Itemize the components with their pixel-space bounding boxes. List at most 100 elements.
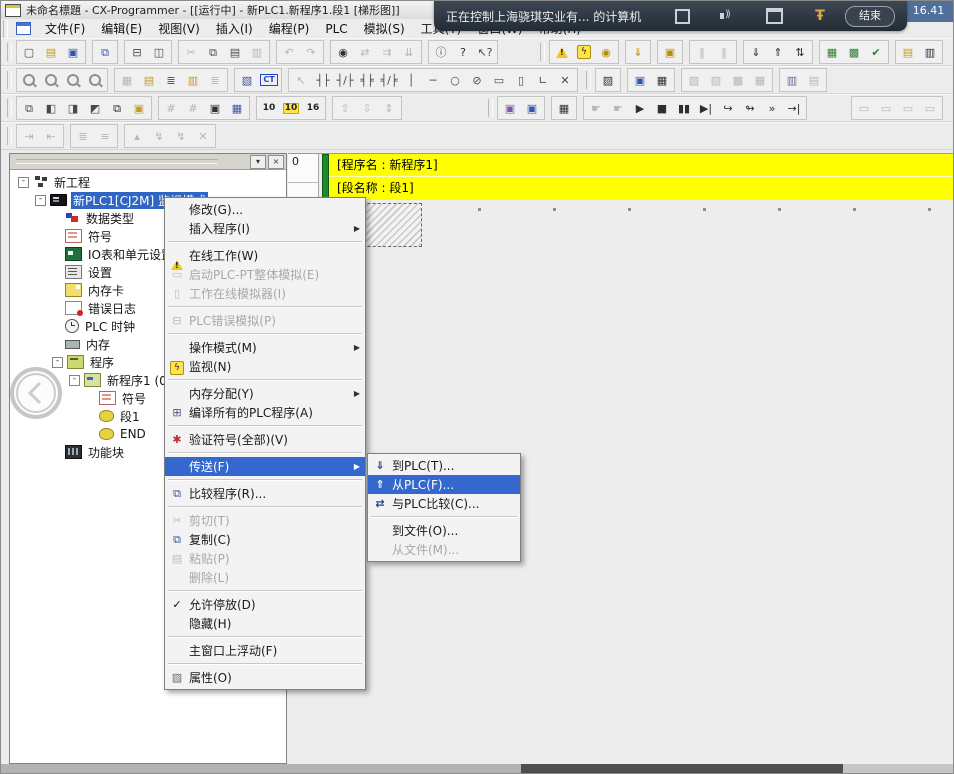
signed-decimal-monitor-button[interactable]: 10	[280, 98, 302, 119]
open-project-button[interactable]: ▤	[40, 42, 62, 63]
context-menu-item-compare-program[interactable]: ⧉比较程序(R)...	[165, 484, 365, 503]
context-menu-item-hide[interactable]: 隐藏(H)	[165, 614, 365, 633]
workspace-toggle-button[interactable]: ▣	[128, 98, 150, 119]
window-tile-4-button[interactable]: ▭	[919, 98, 941, 119]
help-topics-button[interactable]: ?	[452, 42, 474, 63]
new-coil-button[interactable]: ○	[444, 70, 466, 91]
online-edit-confirm-button[interactable]: ▩	[727, 70, 749, 91]
clear-reference-button[interactable]: ✕	[192, 126, 214, 147]
window-tile-2-button[interactable]: ▭	[875, 98, 897, 119]
speaker-icon[interactable]	[719, 8, 737, 24]
transfer-options-button[interactable]: ⇓	[627, 42, 649, 63]
split-left-button[interactable]: ◧	[40, 98, 62, 119]
undo-button[interactable]: ↶	[278, 42, 300, 63]
next-reference-button[interactable]: ↯	[148, 126, 170, 147]
rung-wrap-button[interactable]: ≣	[204, 70, 226, 91]
online-edit-cancel-button[interactable]: ▦	[749, 70, 771, 91]
context-menu-item-insert-program[interactable]: 插入程序(I)▶	[165, 219, 365, 238]
new-vertical-line-button[interactable]: │	[400, 70, 422, 91]
context-menu-item-cut[interactable]: ✂剪切(T)	[165, 511, 365, 530]
context-menu-item-properties[interactable]: ▨属性(O)	[165, 668, 365, 687]
indent-button[interactable]: ⇥	[18, 126, 40, 147]
zoom-in-button[interactable]	[62, 70, 84, 91]
menu-edit[interactable]: 编辑(E)	[93, 19, 150, 38]
context-menu-item-monitor[interactable]: 监视(N)	[165, 357, 365, 376]
new-horizontal-line-button[interactable]: ─	[422, 70, 444, 91]
annotation-list-button[interactable]: ≡	[94, 126, 116, 147]
menubar-grip[interactable]	[3, 20, 8, 38]
toolbar-grip[interactable]	[540, 43, 545, 61]
window-tile-3-button[interactable]: ▭	[897, 98, 919, 119]
tree-expander-icon[interactable]: -	[35, 195, 46, 206]
data-monitor-button[interactable]: ▦	[553, 98, 575, 119]
zoom-out-button[interactable]	[84, 70, 106, 91]
compare-programs-button[interactable]: ⧉	[94, 42, 116, 63]
zoom-100-button[interactable]	[40, 70, 62, 91]
menu-view[interactable]: 视图(V)	[150, 19, 208, 38]
find-button[interactable]: ◉	[332, 42, 354, 63]
prev-output-button[interactable]: ↯	[170, 126, 192, 147]
paste-button[interactable]: ▤	[224, 42, 246, 63]
transfer-submenu-item-to-file[interactable]: 到文件(O)...	[368, 521, 520, 540]
find-next-button[interactable]: ⇉	[376, 42, 398, 63]
context-menu-item-float-on-main-window[interactable]: 主窗口上浮动(F)	[165, 641, 365, 660]
pin-icon[interactable]: Ŧ	[811, 8, 829, 24]
sim-run-button[interactable]: ▶	[629, 98, 651, 119]
menu-simulation[interactable]: 模拟(S)	[356, 19, 413, 38]
edit-function-block-button[interactable]: ▨	[597, 70, 619, 91]
compile-all-button[interactable]: ▩	[843, 42, 865, 63]
float-window-button[interactable]: ⧉	[18, 98, 40, 119]
monitor-mode-button[interactable]: ϟ	[573, 42, 595, 63]
transfer-submenu-item-from-plc[interactable]: ⇑从PLC(F)...	[368, 475, 520, 494]
reset-value-button[interactable]: ⇩	[356, 98, 378, 119]
watch-stack-button[interactable]: ▣	[629, 70, 651, 91]
fullscreen-icon[interactable]	[673, 8, 691, 24]
context-menu-item-verify-symbols-all[interactable]: ✱验证符号(全部)(V)	[165, 430, 365, 449]
sim-pause-button[interactable]: ▮▮	[673, 98, 695, 119]
tree-expander-icon[interactable]: -	[18, 177, 29, 188]
hex-monitor-button[interactable]: 16	[302, 98, 324, 119]
context-menu-item-operating-mode[interactable]: 操作模式(M)▶	[165, 338, 365, 357]
online-edit-send-button[interactable]: ▧	[683, 70, 705, 91]
context-menu-item-transfer[interactable]: 传送(F)▶	[165, 457, 365, 476]
transfer-submenu-item-from-file[interactable]: 从文件(M)...	[368, 540, 520, 559]
prev-reference-button[interactable]: ▴	[126, 126, 148, 147]
new-or-closed-contact-button[interactable]: ╡/╞	[378, 70, 400, 91]
sim-stop-button[interactable]: ■	[651, 98, 673, 119]
backup-to-file-button[interactable]: ▣	[499, 98, 521, 119]
tree-item-project[interactable]: -新工程	[10, 173, 286, 191]
horizontal-scrollbar[interactable]	[1, 764, 953, 774]
context-menu-item-work-online[interactable]: 在线工作(W)	[165, 246, 365, 265]
context-menu-item-paste[interactable]: ▤粘贴(P)	[165, 549, 365, 568]
upload-from-plc-button[interactable]: ⇑	[767, 42, 789, 63]
scrollbar-thumb[interactable]	[521, 764, 843, 774]
calendar-view-button[interactable]: ▦	[651, 70, 673, 91]
program-check-button[interactable]: ✔	[865, 42, 887, 63]
split-top-button[interactable]: ◩	[84, 98, 106, 119]
context-menu-item-compile-all-plc-programs[interactable]: ⊞编译所有的PLC程序(A)	[165, 403, 365, 422]
online-edit-receive-button[interactable]: ▨	[705, 70, 727, 91]
rung-comment-list-button[interactable]: ≣	[72, 126, 94, 147]
context-menu-item-allow-docking[interactable]: ✓允许停放(D)	[165, 595, 365, 614]
toolbar-grip[interactable]	[7, 127, 12, 145]
sim-step-run-button[interactable]: ▶|	[695, 98, 717, 119]
toolbar-grip[interactable]	[488, 99, 493, 117]
context-menu-item-start-plc-pt-simulation[interactable]: ▭启动PLC-PT整体模拟(E)	[165, 265, 365, 284]
context-menu-item-delete[interactable]: 删除(L)	[165, 568, 365, 587]
pause-monitor-button[interactable]: ‖	[691, 42, 713, 63]
watch-window-button[interactable]: ▣	[204, 98, 226, 119]
sim-run-to-end-button[interactable]: →|	[783, 98, 805, 119]
new-project-button[interactable]: ▢	[18, 42, 40, 63]
redo-button[interactable]: ↷	[300, 42, 322, 63]
split-right-button[interactable]: ◨	[62, 98, 84, 119]
print-preview-button[interactable]: ◫	[148, 42, 170, 63]
force-cancel-button[interactable]: ⇕	[378, 98, 400, 119]
symbol-bar-button[interactable]: ▤	[138, 70, 160, 91]
sim-step-in-button[interactable]: ↪	[717, 98, 739, 119]
select-mode-button[interactable]: ↖	[290, 70, 312, 91]
save-project-button[interactable]: ▣	[62, 42, 84, 63]
context-menu-item-work-online-simulator[interactable]: ▯工作在线模拟器(I)	[165, 284, 365, 303]
zoom-fit-button[interactable]	[18, 70, 40, 91]
sim-fast-run-button[interactable]: »	[761, 98, 783, 119]
outdent-button[interactable]: ⇤	[40, 126, 62, 147]
